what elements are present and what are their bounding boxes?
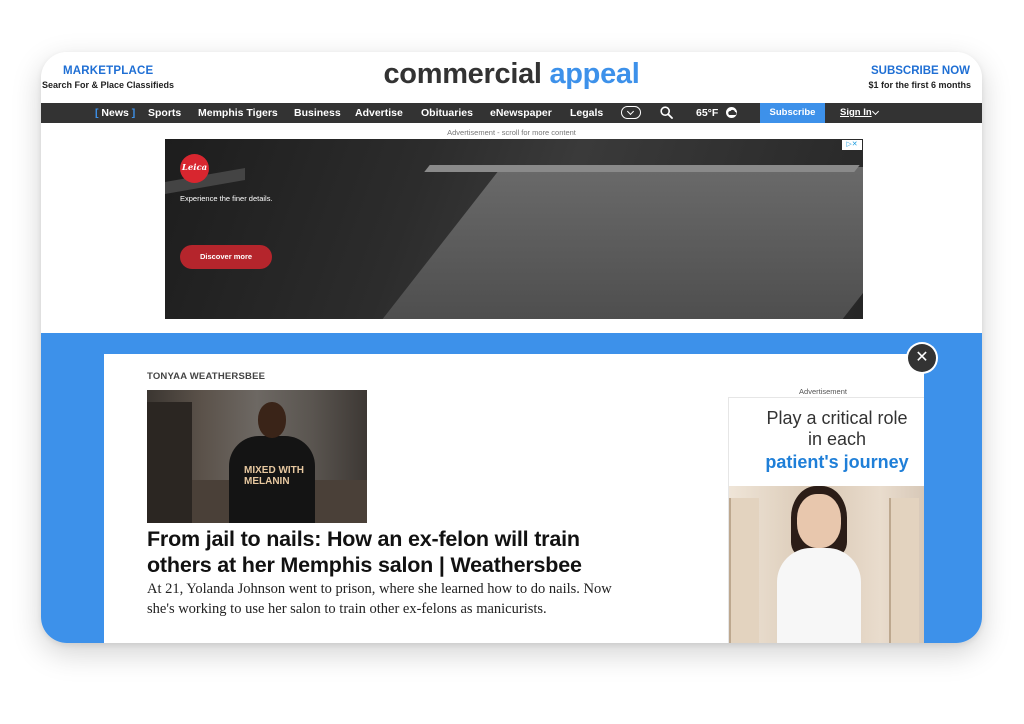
article-summary: At 21, Yolanda Johnson went to prison, w… [147,581,612,617]
photo-shelf [147,402,192,523]
weather-cloud-icon[interactable] [725,106,738,119]
site-header: MARKETPLACE Search For & Place Classifie… [41,52,982,102]
main-nav: [ News ] Sports Memphis Tigers Business … [41,103,982,123]
side-ad[interactable]: Play a critical role in each patient's j… [728,397,924,643]
nav-item-obituaries[interactable]: Obituaries [421,107,473,119]
leica-logo[interactable]: Leica [180,154,209,183]
nav-item-sports[interactable]: Sports [148,107,181,119]
top-ad-label: Advertisement - scroll for more content [447,128,576,137]
more-menu-chevron-icon[interactable] [621,106,641,119]
side-ad-shelf-left [729,498,759,643]
adchoices-icon[interactable]: ▷✕ [842,140,862,150]
adchoices-icon[interactable]: ▷✕ [922,399,924,409]
subscribe-offer-text[interactable]: $1 for the first 6 months [868,80,971,90]
search-icon[interactable] [660,106,673,119]
ad-table-edge [424,165,860,172]
article-photo[interactable]: MIXED WITH MELANIN [147,390,367,523]
nav-bracket-right: ] [128,107,136,119]
nav-item-advertise[interactable]: Advertise [355,107,403,119]
photo-person-head [258,402,286,438]
side-ad-shelf-right [889,498,919,643]
article-headline[interactable]: From jail to nails: How an ex-felon will… [147,526,647,578]
close-icon[interactable]: ✕ [908,344,936,372]
nav-item-business[interactable]: Business [294,107,341,119]
top-banner-ad[interactable]: Leica Experience the finer details. Disc… [165,139,863,319]
site-logo[interactable]: commercial appeal [41,58,982,91]
author-byline[interactable]: TONYAA WEATHERSBEE [147,371,265,382]
browser-frame: MARKETPLACE Search For & Place Classifie… [41,52,982,643]
nav-item-memphis-tigers[interactable]: Memphis Tigers [198,107,278,119]
ad-table-surface [368,167,863,319]
side-ad-headline: Play a critical role in each [766,408,908,449]
nav-item-news[interactable]: [ News ] [95,107,135,119]
photo-shirt-text: MIXED WITH MELANIN [244,465,304,487]
sign-in-link[interactable]: Sign In [840,107,872,118]
nav-item-legals[interactable]: Legals [570,107,603,119]
discover-more-button[interactable]: Discover more [180,245,272,269]
side-ad-person-coat [777,548,861,643]
logo-word-commercial: commercial [383,58,542,90]
side-ad-person-face [797,494,841,548]
logo-word-appeal: appeal [549,58,640,90]
article-panel: TONYAA WEATHERSBEE MIXED WITH MELANIN Fr… [104,354,924,643]
weather-temperature[interactable]: 65°F [696,107,718,119]
nav-item-enewspaper[interactable]: eNewspaper [490,107,552,119]
side-ad-highlight: patient's journey [765,452,909,472]
subscribe-now-link[interactable]: SUBSCRIBE NOW [871,65,970,77]
side-ad-label: Advertisement [799,387,847,396]
ad-tagline: Experience the finer details. [180,194,273,203]
subscribe-button[interactable]: Subscribe [760,103,825,123]
sign-in-chevron-icon[interactable] [871,107,880,116]
